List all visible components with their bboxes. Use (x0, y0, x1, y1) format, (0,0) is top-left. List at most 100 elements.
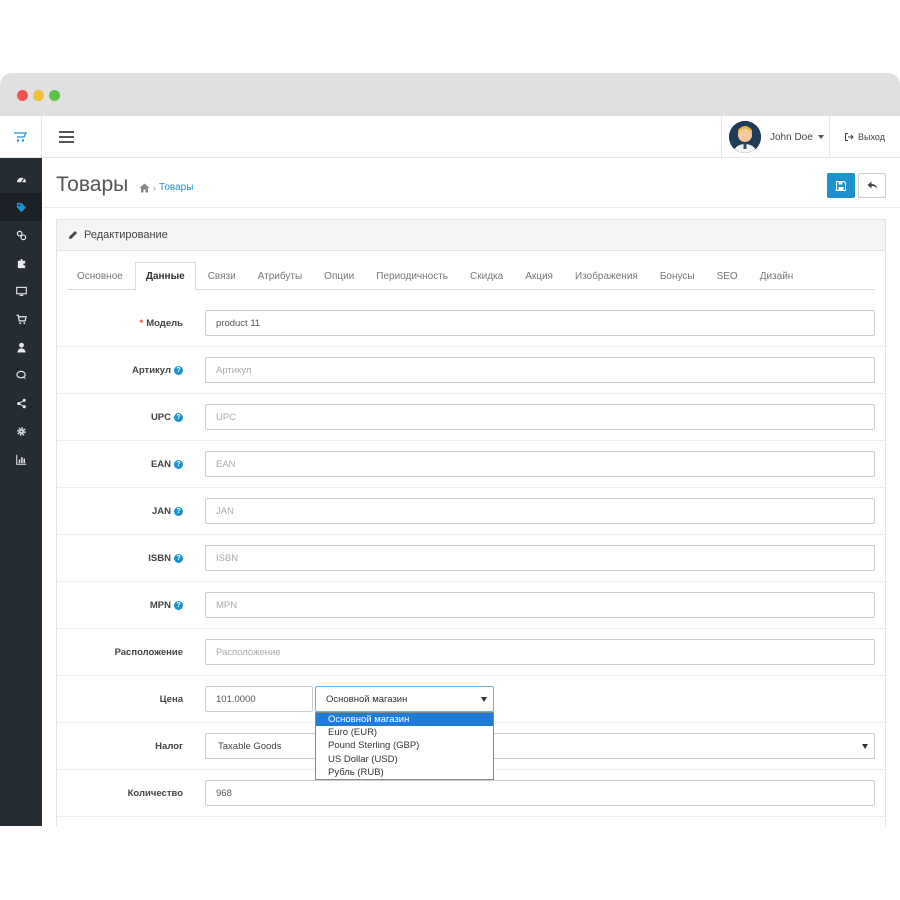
pencil-icon (69, 231, 77, 239)
model-input[interactable] (205, 310, 875, 336)
back-button[interactable] (858, 173, 886, 198)
required-marker: * (139, 318, 144, 329)
sidebar-item-catalog[interactable] (0, 193, 42, 221)
close-window-dot[interactable] (17, 90, 28, 101)
form-row-upc: UPC ? (57, 394, 887, 441)
sidebar-item-dashboard[interactable] (0, 165, 42, 193)
isbn-input[interactable] (205, 545, 875, 571)
user-name: John Doe (770, 131, 813, 143)
tab-recurring[interactable]: Периодичность (366, 262, 458, 290)
currency-option[interactable]: US Dollar (USD) (316, 753, 493, 766)
bar-chart-icon (15, 454, 26, 465)
tab-general[interactable]: Основное (67, 262, 133, 290)
browser-window: John Doe Выход Товары › Товары Редактиро… (0, 73, 900, 826)
hamburger-icon (58, 131, 74, 143)
page-header: Товары › Товары (42, 158, 900, 208)
location-label: Расположение (114, 647, 183, 658)
currency-option[interactable]: Euro (EUR) (316, 726, 493, 739)
sidebar-item-customers[interactable] (0, 333, 42, 361)
top-navbar: John Doe Выход (0, 116, 900, 158)
sku-label: Артикул ? (57, 347, 183, 394)
cart-logo-icon (13, 132, 27, 142)
form-row-location: Расположение (57, 629, 887, 676)
help-icon[interactable]: ? (174, 601, 183, 610)
sidebar-item-sales[interactable] (0, 305, 42, 333)
tab-design[interactable]: Дизайн (750, 262, 804, 290)
tab-special[interactable]: Акция (515, 262, 563, 290)
jan-input[interactable] (205, 498, 875, 524)
cart-icon (15, 314, 27, 324)
currency-option[interactable]: Основной магазин (316, 713, 493, 727)
minimize-window-dot[interactable] (33, 90, 44, 101)
ean-input[interactable] (205, 451, 875, 477)
model-label: * Модель (139, 318, 183, 329)
avatar (729, 121, 761, 153)
menu-toggle-button[interactable] (50, 116, 82, 158)
help-icon[interactable]: ? (174, 460, 183, 469)
gear-icon (16, 426, 26, 436)
location-input[interactable] (205, 639, 875, 665)
help-icon[interactable]: ? (174, 413, 183, 422)
price-label: Цена (159, 694, 183, 705)
currency-select[interactable]: Основной магазин (315, 686, 494, 712)
breadcrumb-separator: › (153, 182, 156, 193)
ean-label: EAN ? (57, 441, 183, 488)
upc-input[interactable] (205, 404, 875, 430)
currency-option[interactable]: Pound Sterling (GBP) (316, 739, 493, 752)
monitor-icon (15, 286, 27, 296)
currency-dropdown-list: Основной магазин Euro (EUR) Pound Sterli… (315, 712, 494, 780)
sidebar-item-modules[interactable] (0, 249, 42, 277)
logout-button[interactable]: Выход (830, 116, 900, 158)
puzzle-link-icon (16, 230, 26, 240)
logo[interactable] (0, 116, 42, 158)
tab-attributes[interactable]: Атрибуты (248, 262, 312, 290)
tab-bar: Основное Данные Связи Атрибуты Опции Пер… (67, 262, 875, 291)
tab-seo[interactable]: SEO (707, 262, 748, 290)
sidebar-item-share[interactable] (0, 389, 42, 417)
sign-out-icon (845, 133, 854, 141)
sidebar-item-marketing[interactable] (0, 361, 42, 389)
tab-links[interactable]: Связи (198, 262, 246, 290)
home-icon[interactable] (139, 183, 150, 193)
tab-images[interactable]: Изображения (565, 262, 648, 290)
help-icon[interactable]: ? (174, 507, 183, 516)
user-menu[interactable]: John Doe (721, 116, 830, 158)
page-title: Товары (56, 173, 129, 196)
quantity-input[interactable] (205, 780, 875, 806)
quantity-label: Количество (127, 788, 183, 799)
form-row-sku: Артикул ? (57, 347, 887, 394)
reply-icon (867, 181, 877, 190)
tab-options[interactable]: Опции (314, 262, 364, 290)
tag-icon (16, 202, 26, 212)
dropdown-arrow-icon (862, 744, 868, 749)
dashboard-icon (16, 177, 26, 183)
maximize-window-dot[interactable] (49, 90, 60, 101)
sidebar-item-extensions[interactable] (0, 221, 42, 249)
currency-option[interactable]: Рубль (RUB) (316, 766, 493, 779)
tax-class-select[interactable]: Taxable Goods (205, 733, 875, 759)
comments-icon (15, 370, 26, 379)
save-button[interactable] (827, 173, 855, 198)
sidebar (0, 158, 42, 826)
upc-label: UPC ? (57, 394, 183, 441)
form-row-mpn: MPN ? (57, 582, 887, 629)
sidebar-item-settings[interactable] (0, 417, 42, 445)
mpn-input[interactable] (205, 592, 875, 618)
form-row-price: Цена Основной магазин Основной магазин E… (57, 676, 887, 780)
tab-discount[interactable]: Скидка (460, 262, 513, 290)
help-icon[interactable]: ? (174, 366, 183, 375)
breadcrumb-link-products[interactable]: Товары (159, 182, 193, 193)
mpn-label: MPN ? (57, 582, 183, 629)
form-row-ean: EAN ? (57, 441, 887, 488)
tab-data[interactable]: Данные (134, 262, 196, 291)
edit-panel: Редактирование Основное Данные Связи Атр… (56, 219, 887, 826)
sidebar-item-reports[interactable] (0, 445, 42, 473)
help-icon[interactable]: ? (174, 554, 183, 563)
sidebar-item-design[interactable] (0, 277, 42, 305)
panel-heading: Редактирование (57, 220, 885, 251)
tab-reward-points[interactable]: Бонусы (650, 262, 705, 290)
sku-input[interactable] (205, 357, 875, 383)
puzzle-icon (17, 258, 25, 268)
price-input[interactable] (205, 686, 313, 712)
tax-label: Налог (155, 741, 183, 752)
